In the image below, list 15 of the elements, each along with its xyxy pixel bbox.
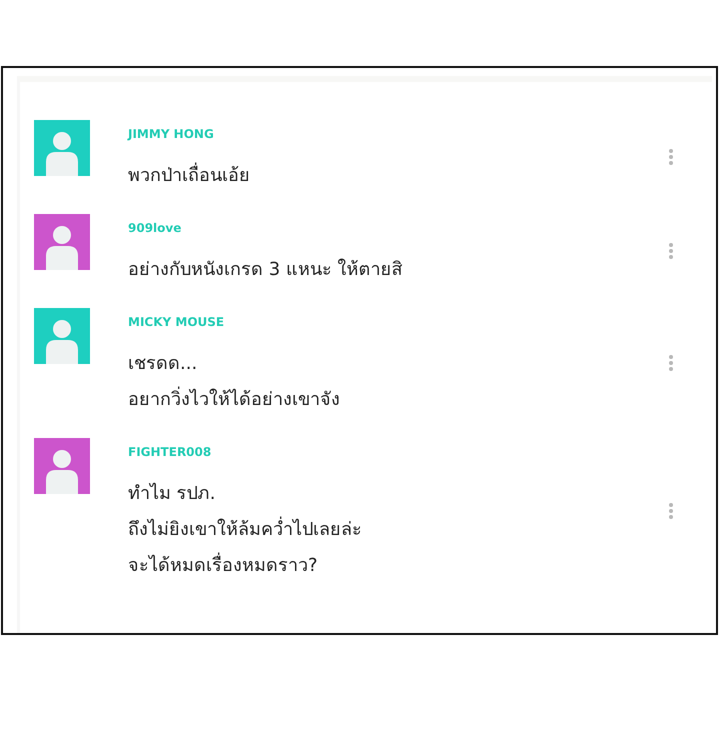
more-options-icon[interactable] <box>668 242 674 260</box>
more-options-icon[interactable] <box>668 354 674 372</box>
username: MICKY MOUSE <box>128 314 226 330</box>
comment-text: จะได้หมดเรื่องหมดราว? <box>128 548 668 584</box>
more-options-icon[interactable] <box>668 148 674 166</box>
comment-text: เชรดด... <box>128 352 198 376</box>
comment-text: อยากวิ่งไวให้ได้อย่างเขาจัง <box>128 382 668 418</box>
comment-text: อย่างกับหนังเกรด 3 แหนะ ให้ตายสิ <box>128 258 404 282</box>
username: JIMMY HONG <box>128 126 215 142</box>
username: FIGHTER008 <box>128 444 212 460</box>
comment-text: ถึงไม่ยิงเขาให้ล้มคว่ำไปเลยล่ะ <box>128 512 668 548</box>
comment-text: พวกป่าเถื่อนเอ้ย <box>128 158 668 194</box>
more-options-icon[interactable] <box>668 502 674 520</box>
username: 909love <box>128 220 182 236</box>
comment-text: ทำไม รปภ. <box>128 482 216 506</box>
